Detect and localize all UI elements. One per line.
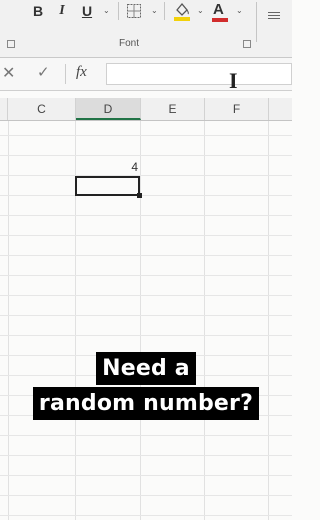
enter-icon[interactable]: ✓	[37, 63, 50, 81]
formula-bar: ✕ ✓ fx	[0, 58, 292, 91]
formula-input[interactable]	[106, 63, 292, 85]
column-header-g[interactable]	[269, 98, 292, 120]
video-caption: Need a random number?	[0, 352, 292, 422]
cell-d-value[interactable]: 4	[76, 160, 138, 176]
menu-icon[interactable]	[268, 10, 280, 21]
text-cursor-icon: I	[229, 68, 238, 93]
selected-cell[interactable]	[75, 176, 140, 196]
insert-function-button[interactable]: fx	[76, 64, 87, 81]
ribbon-divider	[256, 2, 257, 42]
font-color-dropdown-icon[interactable]: ⌄	[236, 6, 243, 15]
ribbon-divider	[164, 2, 165, 20]
fill-handle[interactable]	[137, 193, 142, 198]
fill-color-icon[interactable]	[173, 1, 191, 21]
fill-color-dropdown-icon[interactable]: ⌄	[197, 6, 204, 15]
caption-line-1: Need a	[96, 352, 196, 385]
worksheet-grid[interactable]	[0, 121, 292, 520]
column-header-d[interactable]: D	[76, 98, 141, 120]
column-header-e[interactable]: E	[141, 98, 205, 120]
underline-dropdown-icon[interactable]: ⌄	[103, 6, 110, 15]
ribbon: B I U ⌄ ⌄ ⌄ A ⌄ Font	[0, 0, 292, 58]
ribbon-divider	[118, 2, 119, 20]
column-header-stub[interactable]	[0, 98, 8, 120]
borders-dropdown-icon[interactable]: ⌄	[151, 6, 158, 15]
font-dialog-launcher-icon[interactable]	[243, 40, 251, 48]
italic-button[interactable]: I	[55, 0, 69, 22]
caption-line-2: random number?	[32, 387, 260, 420]
column-header-c[interactable]: C	[8, 98, 76, 120]
font-group-label: Font	[118, 38, 139, 49]
font-color-swatch	[212, 18, 228, 22]
font-color-letter: A	[213, 1, 224, 18]
column-headers: C D E F	[0, 98, 292, 121]
underline-button[interactable]: U	[80, 0, 94, 22]
bold-button[interactable]: B	[30, 0, 46, 22]
borders-icon[interactable]	[126, 3, 142, 19]
column-header-f[interactable]: F	[205, 98, 269, 120]
cancel-icon[interactable]: ✕	[2, 63, 15, 83]
formula-bar-divider	[65, 64, 66, 84]
font-color-button[interactable]: A	[210, 0, 230, 22]
